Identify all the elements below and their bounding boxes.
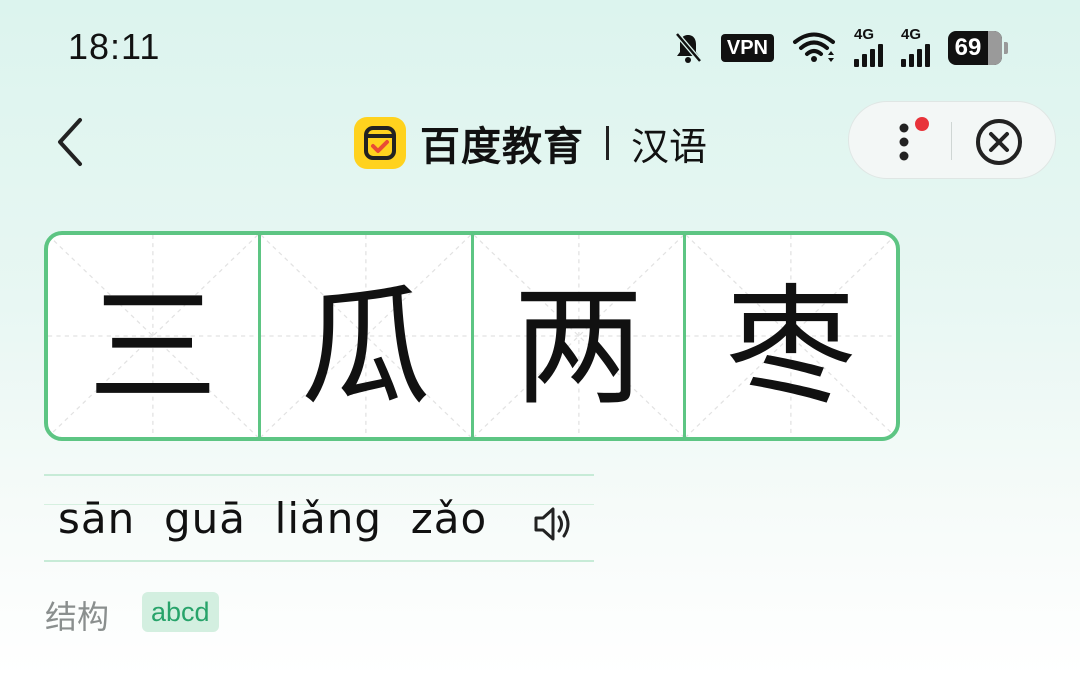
mini-program-capsule xyxy=(848,101,1056,179)
network-type-1: 4G xyxy=(854,25,875,43)
character-cell[interactable]: 三 xyxy=(48,235,261,437)
capsule-divider xyxy=(951,122,952,160)
signal-icon xyxy=(901,43,930,67)
character: 两 xyxy=(513,271,644,423)
bell-muted-icon xyxy=(674,32,702,63)
character-cell[interactable]: 两 xyxy=(473,235,687,437)
pinyin-text: sān guā liǎng zǎo xyxy=(58,494,488,543)
close-button[interactable] xyxy=(973,116,1025,168)
back-button[interactable] xyxy=(50,114,90,170)
battery-icon: 69 xyxy=(948,31,1008,65)
character: 三 xyxy=(87,271,218,423)
back-arrow-icon xyxy=(58,118,82,166)
status-icons: VPN 4G 4G 69 xyxy=(673,26,1008,68)
battery-level: 69 xyxy=(954,34,982,61)
baidu-education-logo xyxy=(354,117,406,169)
structure-label: 结构 xyxy=(45,598,110,636)
pinyin-row: sān guā liǎng zǎo xyxy=(44,474,594,562)
character-cell[interactable]: 枣 xyxy=(686,235,896,437)
character-grid: 三 瓜 两 枣 xyxy=(44,231,900,441)
character: 瓜 xyxy=(300,271,431,423)
status-time: 18:11 xyxy=(68,26,161,67)
brand-header: 百度教育 汉语 xyxy=(354,116,707,170)
section-title: 汉语 xyxy=(631,124,708,169)
close-circle-icon xyxy=(976,119,1022,165)
wifi-icon xyxy=(793,32,835,62)
more-vert-icon xyxy=(899,117,929,161)
brand-name: 百度教育 xyxy=(420,125,584,169)
character-cell[interactable]: 瓜 xyxy=(260,235,474,437)
vpn-badge: VPN xyxy=(720,34,774,62)
notification-dot xyxy=(915,117,929,131)
more-button[interactable] xyxy=(889,116,939,166)
play-audio-button[interactable] xyxy=(532,504,576,544)
brand-divider xyxy=(606,126,609,160)
structure-tag[interactable]: abcd xyxy=(142,592,219,632)
speaker-icon xyxy=(534,507,570,541)
signal-2: 4G xyxy=(901,26,930,67)
signal-1: 4G xyxy=(854,26,883,67)
network-type-2: 4G xyxy=(901,25,922,43)
character: 枣 xyxy=(726,271,857,423)
signal-icon xyxy=(854,43,883,67)
